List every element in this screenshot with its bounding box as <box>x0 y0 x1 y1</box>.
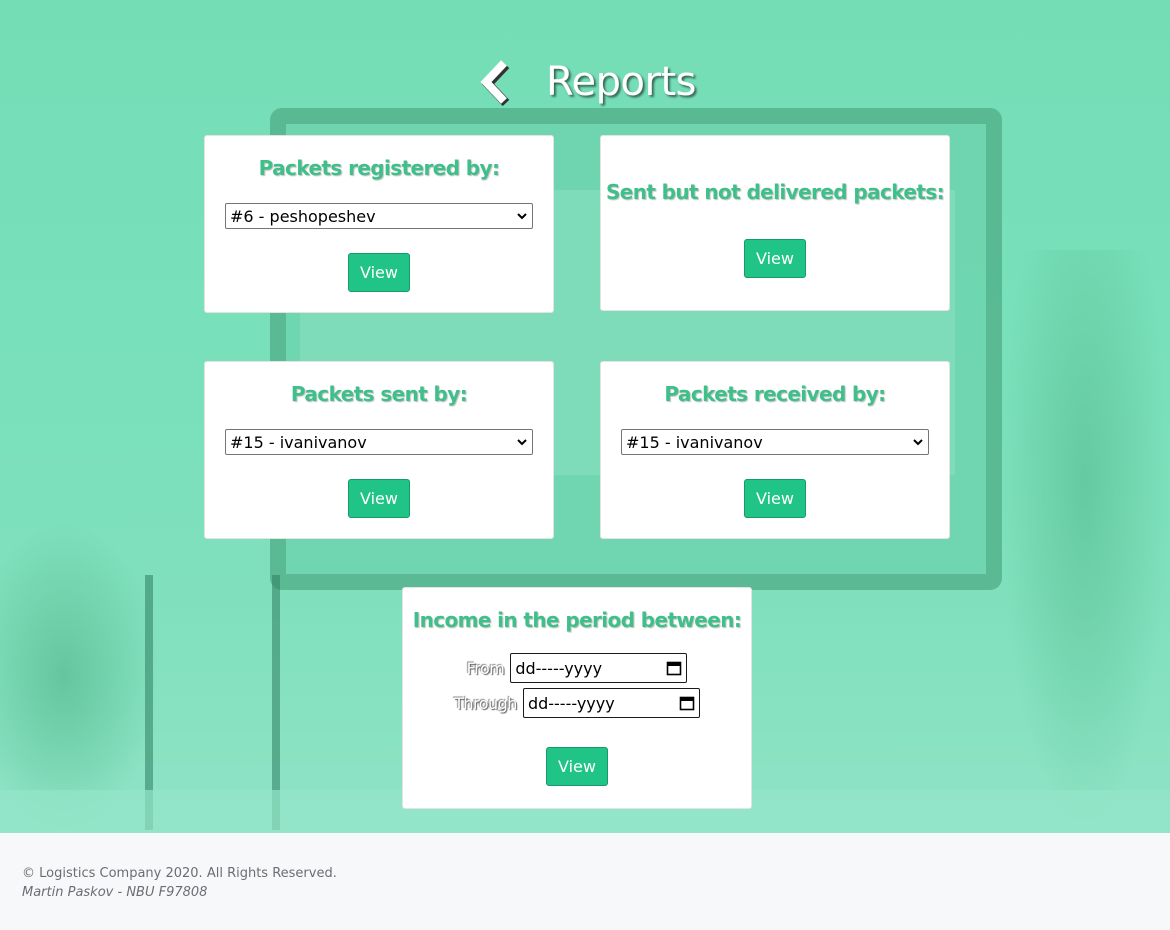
footer: © Logistics Company 2020. All Rights Res… <box>0 833 1170 930</box>
chevron-down-icon <box>517 213 527 220</box>
chevron-left-icon <box>480 60 510 107</box>
footer-copyright: © Logistics Company 2020. All Rights Res… <box>22 866 337 881</box>
date-value: dd-----yyyy <box>527 693 615 713</box>
calendar-icon[interactable] <box>666 660 682 676</box>
background-plant-image <box>1000 250 1170 830</box>
card-title: Income in the period between: <box>412 608 742 632</box>
page-header: Reports <box>0 54 1170 110</box>
view-income-button[interactable]: View <box>546 747 608 786</box>
date-value: dd-----yyyy <box>515 658 603 678</box>
chevron-down-icon <box>913 439 923 446</box>
through-label: Through <box>454 693 517 713</box>
background-plant-left-image <box>0 520 160 830</box>
card-title: Packets received by: <box>664 382 886 406</box>
select-value: #15 - ivanivanov <box>626 432 763 452</box>
select-value: #6 - peshopeshev <box>230 206 376 226</box>
view-not-delivered-button[interactable]: View <box>744 239 806 278</box>
from-label: From <box>466 658 505 678</box>
received-by-select[interactable]: #15 - ivanivanov <box>621 429 929 455</box>
sent-by-select[interactable]: #15 - ivanivanov <box>225 429 533 455</box>
through-date-input[interactable]: dd-----yyyy <box>522 688 700 718</box>
from-date-row: From dd-----yyyy <box>467 653 688 683</box>
footer-author: Martin Paskov - NBU F97808 <box>22 885 208 900</box>
income-period-card: Income in the period between: From dd---… <box>402 587 752 809</box>
view-registered-button[interactable]: View <box>348 253 410 292</box>
through-date-row: Through dd-----yyyy <box>454 688 700 718</box>
page-title: Reports <box>546 59 696 105</box>
calendar-icon[interactable] <box>679 695 695 711</box>
view-sent-button[interactable]: View <box>348 479 410 518</box>
packets-received-card: Packets received by: #15 - ivanivanov Vi… <box>600 361 950 539</box>
card-title: Packets sent by: <box>290 382 468 406</box>
packets-registered-card: Packets registered by: #6 - peshopeshev … <box>204 135 554 313</box>
select-value: #15 - ivanivanov <box>230 432 367 452</box>
hero-background: Reports Packets registered by: #6 - pesh… <box>0 0 1170 833</box>
registered-by-select[interactable]: #6 - peshopeshev <box>225 203 533 229</box>
card-title: Sent but not delivered packets: <box>605 180 945 204</box>
view-received-button[interactable]: View <box>744 479 806 518</box>
packets-sent-card: Packets sent by: #15 - ivanivanov View <box>204 361 554 539</box>
card-title: Packets registered by: <box>258 156 500 180</box>
from-date-input[interactable]: dd-----yyyy <box>510 653 688 683</box>
not-delivered-card: Sent but not delivered packets: View <box>600 135 950 311</box>
back-button[interactable] <box>474 58 514 107</box>
chevron-down-icon <box>517 439 527 446</box>
